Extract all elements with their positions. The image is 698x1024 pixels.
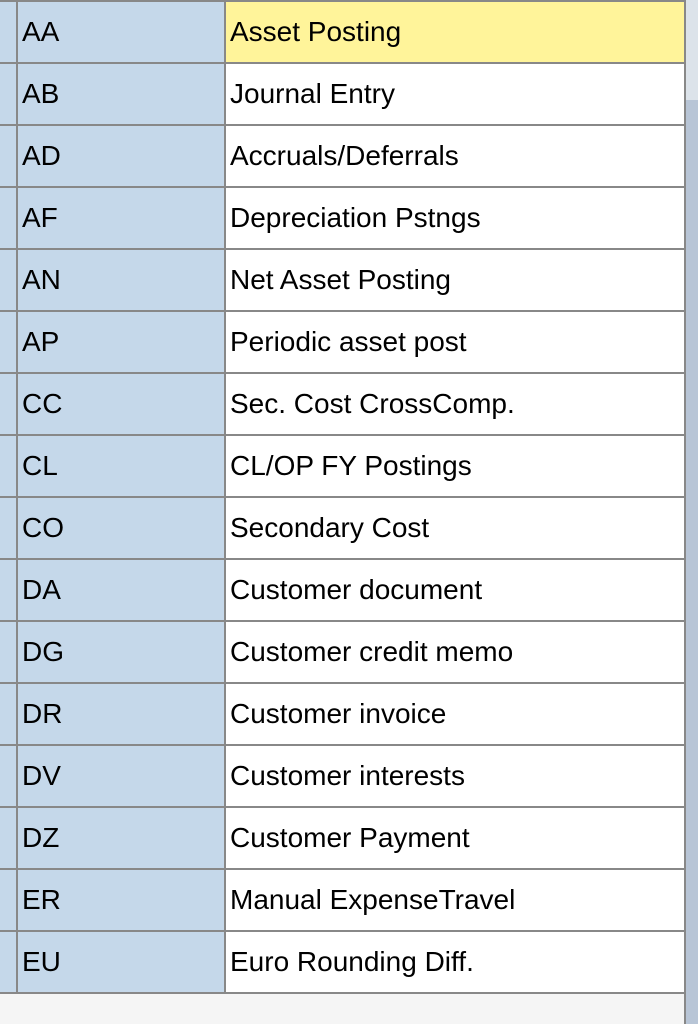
code-cell[interactable]: EU (18, 932, 226, 992)
description-cell[interactable]: Net Asset Posting (226, 250, 698, 310)
row-gutter[interactable] (0, 746, 18, 806)
code-cell[interactable]: AN (18, 250, 226, 310)
description-cell[interactable]: Customer document (226, 560, 698, 620)
code-cell[interactable]: AP (18, 312, 226, 372)
table-row[interactable]: CLCL/OP FY Postings (0, 436, 698, 498)
code-cell[interactable]: DV (18, 746, 226, 806)
description-cell[interactable]: Journal Entry (226, 64, 698, 124)
description-cell[interactable]: Depreciation Pstngs (226, 188, 698, 248)
description-cell[interactable]: Euro Rounding Diff. (226, 932, 698, 992)
table-row[interactable]: DZCustomer Payment (0, 808, 698, 870)
code-cell[interactable]: DA (18, 560, 226, 620)
description-cell[interactable]: Customer Payment (226, 808, 698, 868)
table-row[interactable]: ADAccruals/Deferrals (0, 126, 698, 188)
description-cell[interactable]: Manual ExpenseTravel (226, 870, 698, 930)
row-gutter[interactable] (0, 932, 18, 992)
description-cell[interactable]: Sec. Cost CrossComp. (226, 374, 698, 434)
row-gutter[interactable] (0, 126, 18, 186)
document-type-table[interactable]: AAAsset PostingABJournal EntryADAccruals… (0, 0, 698, 994)
code-cell[interactable]: DG (18, 622, 226, 682)
table-row[interactable]: CCSec. Cost CrossComp. (0, 374, 698, 436)
description-cell[interactable]: CL/OP FY Postings (226, 436, 698, 496)
description-cell[interactable]: Periodic asset post (226, 312, 698, 372)
description-cell[interactable]: Asset Posting (226, 2, 698, 62)
row-gutter[interactable] (0, 498, 18, 558)
row-gutter[interactable] (0, 64, 18, 124)
code-cell[interactable]: AA (18, 2, 226, 62)
code-cell[interactable]: AF (18, 188, 226, 248)
row-gutter[interactable] (0, 312, 18, 372)
description-cell[interactable]: Customer credit memo (226, 622, 698, 682)
row-gutter[interactable] (0, 374, 18, 434)
code-cell[interactable]: CL (18, 436, 226, 496)
description-cell[interactable]: Secondary Cost (226, 498, 698, 558)
code-cell[interactable]: AD (18, 126, 226, 186)
description-cell[interactable]: Customer interests (226, 746, 698, 806)
row-gutter[interactable] (0, 560, 18, 620)
description-cell[interactable]: Accruals/Deferrals (226, 126, 698, 186)
table-row[interactable]: AAAsset Posting (0, 2, 698, 64)
table-row[interactable]: COSecondary Cost (0, 498, 698, 560)
row-gutter[interactable] (0, 684, 18, 744)
row-gutter[interactable] (0, 436, 18, 496)
code-cell[interactable]: AB (18, 64, 226, 124)
table-row[interactable]: ABJournal Entry (0, 64, 698, 126)
code-cell[interactable]: CC (18, 374, 226, 434)
row-gutter[interactable] (0, 2, 18, 62)
table-row[interactable]: AFDepreciation Pstngs (0, 188, 698, 250)
row-gutter[interactable] (0, 808, 18, 868)
table-row[interactable]: ANNet Asset Posting (0, 250, 698, 312)
table-row[interactable]: DGCustomer credit memo (0, 622, 698, 684)
description-cell[interactable]: Customer invoice (226, 684, 698, 744)
code-cell[interactable]: DR (18, 684, 226, 744)
code-cell[interactable]: CO (18, 498, 226, 558)
row-gutter[interactable] (0, 870, 18, 930)
table-row[interactable]: DVCustomer interests (0, 746, 698, 808)
row-gutter[interactable] (0, 188, 18, 248)
table-row[interactable]: APPeriodic asset post (0, 312, 698, 374)
table-row[interactable]: ERManual ExpenseTravel (0, 870, 698, 932)
scrollbar[interactable] (684, 100, 698, 1024)
code-cell[interactable]: ER (18, 870, 226, 930)
code-cell[interactable]: DZ (18, 808, 226, 868)
row-gutter[interactable] (0, 250, 18, 310)
row-gutter[interactable] (0, 622, 18, 682)
table-row[interactable]: DRCustomer invoice (0, 684, 698, 746)
table-row[interactable]: EUEuro Rounding Diff. (0, 932, 698, 994)
table-row[interactable]: DACustomer document (0, 560, 698, 622)
